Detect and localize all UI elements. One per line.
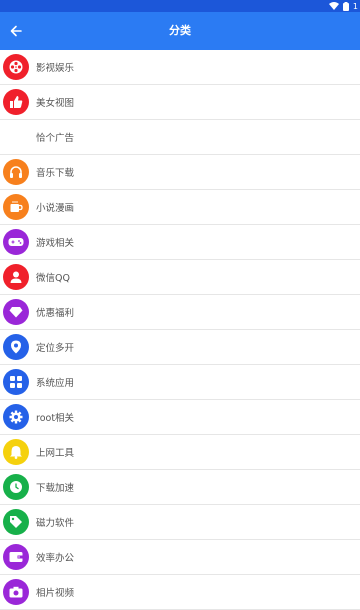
icon-badge — [3, 474, 29, 500]
headphones-icon — [10, 166, 22, 178]
apps-grid-icon — [10, 376, 22, 388]
icon-badge — [3, 404, 29, 430]
list-item[interactable]: 系统应用 — [0, 365, 360, 400]
bell-icon — [10, 446, 22, 459]
thumbs-up-icon — [10, 96, 23, 108]
gear-icon — [9, 410, 23, 424]
tag-icon — [10, 516, 22, 528]
coffee-cup-icon — [10, 201, 23, 212]
icon-badge — [3, 264, 29, 290]
icon-badge — [3, 299, 29, 325]
icon-badge-empty — [3, 124, 29, 150]
battery-text: 1 — [352, 1, 358, 11]
list-item-label: 音乐下载 — [36, 168, 75, 179]
icon-badge — [3, 54, 29, 80]
list-item-label: 下载加速 — [36, 483, 75, 494]
location-pin-icon — [11, 340, 21, 354]
list-item-label: 游戏相关 — [36, 238, 75, 249]
list-item[interactable]: 微信QQ — [0, 260, 360, 295]
list-item[interactable]: 定位多开 — [0, 330, 360, 365]
list-item[interactable]: 下载加速 — [0, 470, 360, 505]
list-item-label: 定位多开 — [36, 343, 75, 354]
list-item-label: 磁力软件 — [36, 518, 75, 529]
icon-badge — [3, 334, 29, 360]
list-item-label: 相片视频 — [36, 588, 75, 599]
list-item[interactable]: 优惠福利 — [0, 295, 360, 330]
list-item[interactable]: 磁力软件 — [0, 505, 360, 540]
list-item[interactable]: 小说漫画 — [0, 190, 360, 225]
icon-badge — [3, 89, 29, 115]
icon-badge — [3, 509, 29, 535]
user-icon — [10, 271, 22, 283]
list-item-label: 美女视图 — [36, 98, 75, 109]
list-item[interactable]: 相片视频 — [0, 575, 360, 610]
list-item-label: 上网工具 — [36, 448, 75, 459]
gamepad-icon — [8, 238, 24, 246]
list-item-label: 优惠福利 — [36, 308, 75, 319]
list-item[interactable]: 游戏相关 — [0, 225, 360, 260]
list-item[interactable]: root相关 — [0, 400, 360, 435]
list-item-label: 微信QQ — [36, 273, 70, 284]
status-icons: 1 — [328, 0, 358, 12]
list-item-label: 恰个广告 — [36, 133, 75, 144]
icon-badge — [3, 159, 29, 185]
wallet-icon — [9, 552, 23, 562]
list-item-label: root相关 — [36, 413, 75, 424]
app-bar: 分类 — [0, 12, 360, 50]
arrow-left-icon — [10, 25, 22, 37]
status-bar: 1 — [0, 0, 360, 12]
list-item[interactable]: 恰个广告 — [0, 120, 360, 155]
battery-icon — [342, 1, 349, 11]
back-button[interactable] — [4, 19, 28, 43]
icon-badge — [3, 544, 29, 570]
list-item[interactable]: 影视娱乐 — [0, 50, 360, 85]
list-item-label: 影视娱乐 — [36, 63, 75, 74]
icon-badge — [3, 579, 29, 605]
list-item[interactable]: 上网工具 — [0, 435, 360, 470]
category-list: 影视娱乐 美女视图 恰个广告 音乐下载 小说漫画 游戏相关 微信QQ 优惠福利 … — [0, 50, 360, 610]
diamond-icon — [9, 307, 23, 318]
list-item[interactable]: 美女视图 — [0, 85, 360, 120]
list-item-label: 效率办公 — [36, 553, 75, 564]
list-item[interactable]: 音乐下载 — [0, 155, 360, 190]
icon-badge — [3, 194, 29, 220]
icon-badge — [3, 369, 29, 395]
icon-badge — [3, 439, 29, 465]
list-item[interactable]: 效率办公 — [0, 540, 360, 575]
list-item-label: 系统应用 — [36, 378, 75, 389]
icon-badge — [3, 229, 29, 255]
list-item-label: 小说漫画 — [36, 203, 75, 214]
page-title: 分类 — [169, 24, 191, 37]
clock-icon — [10, 481, 22, 493]
camera-icon — [9, 586, 23, 598]
film-reel-icon — [9, 60, 23, 74]
wifi-icon — [328, 2, 339, 10]
